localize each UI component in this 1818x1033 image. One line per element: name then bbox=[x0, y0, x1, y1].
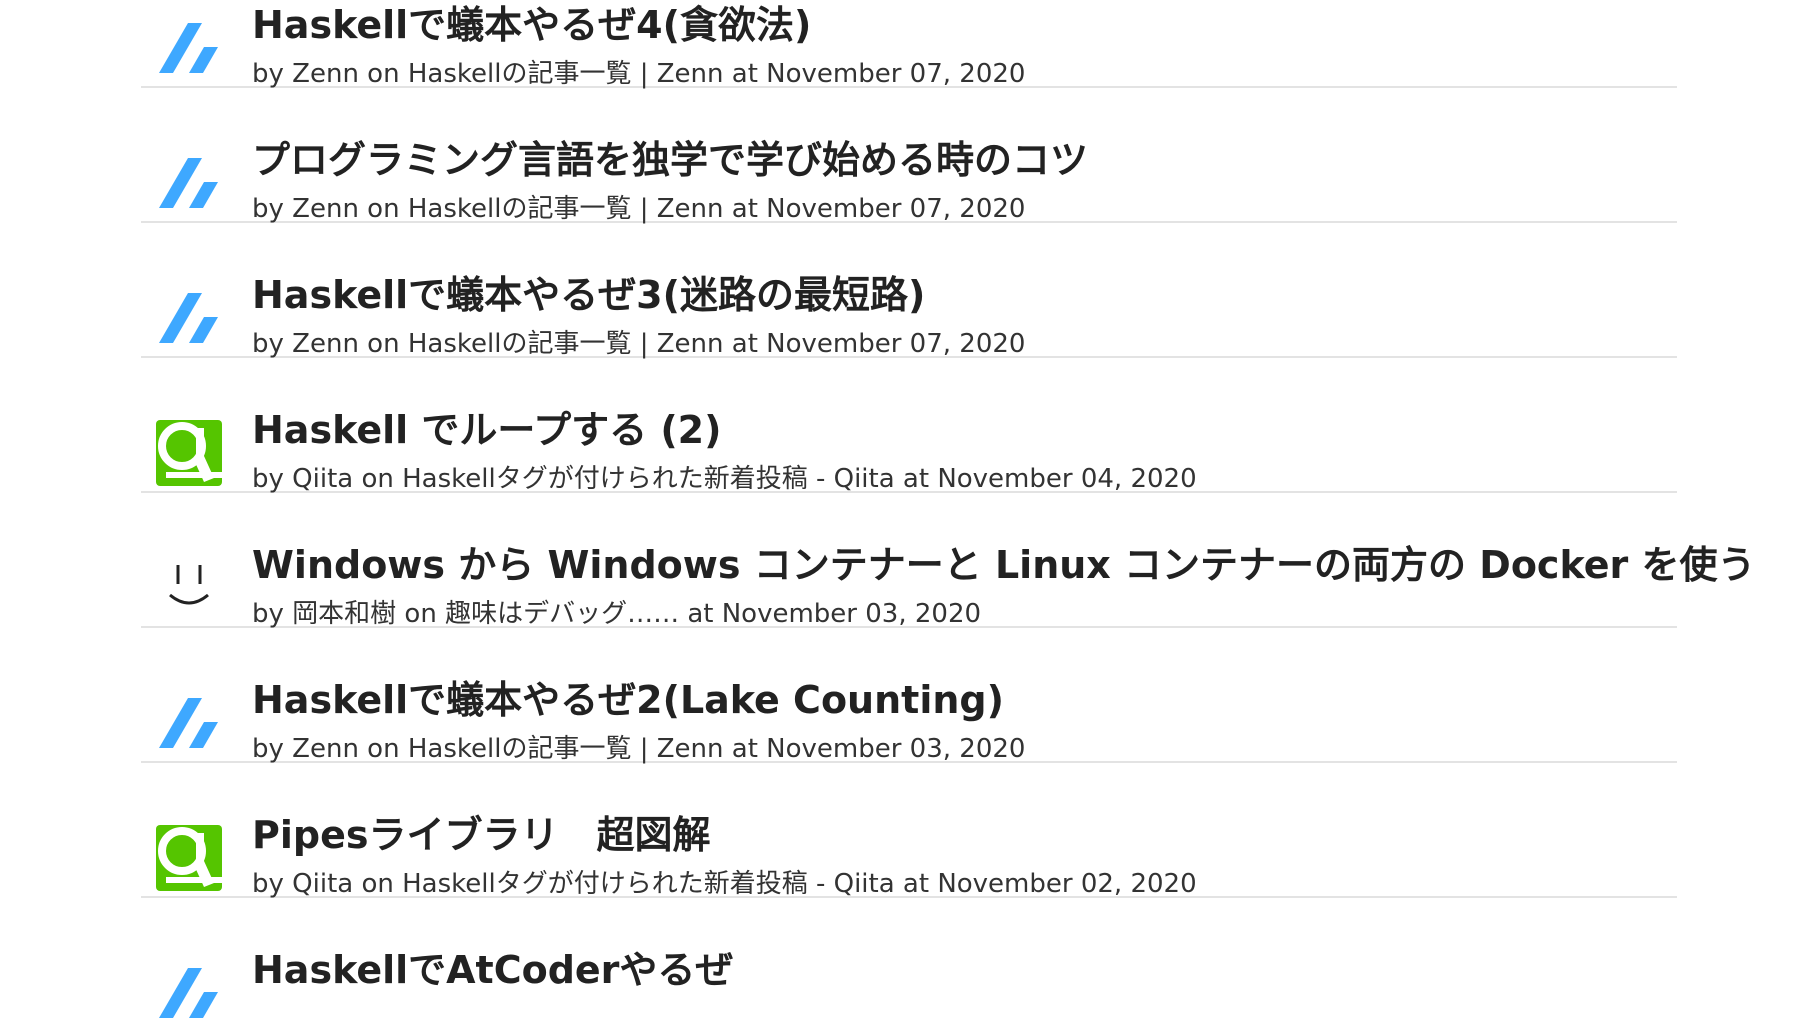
feed-list: Haskellで蟻本やるぜ4(貪欲法) by Zenn on Haskellの記… bbox=[141, 0, 1755, 1033]
qiita-logo-icon bbox=[156, 420, 222, 486]
zenn-logo-icon bbox=[156, 960, 222, 1026]
entry-title-link[interactable]: Haskellで蟻本やるぜ3(迷路の最短路) bbox=[252, 271, 925, 319]
list-item: Haskellで蟻本やるぜ3(迷路の最短路) by Zenn on Haskel… bbox=[141, 223, 1677, 359]
list-item: Pipesライブラリ 超図解 by Qiita on Haskellタグが付けら… bbox=[141, 763, 1677, 899]
entry-title-link[interactable]: HaskellでAtCoderやるぜ bbox=[252, 946, 733, 994]
zenn-logo-icon bbox=[156, 150, 222, 216]
entry-meta: by 岡本和樹 on 趣味はデバッグ…… at November 03, 202… bbox=[252, 599, 982, 629]
zenn-logo-icon bbox=[156, 690, 222, 756]
entry-meta: by Qiita on Haskellタグが付けられた新着投稿 - Qiita … bbox=[252, 464, 1197, 494]
zenn-logo-icon bbox=[156, 15, 222, 81]
list-item: Haskell でループする (2) by Qiita on Haskellタグ… bbox=[141, 358, 1677, 494]
entry-meta: by Zenn on Haskellの記事一覧 | Zenn at Novemb… bbox=[252, 59, 1026, 89]
entry-meta: by Zenn on Haskellの記事一覧 | Zenn at Novemb… bbox=[252, 734, 1026, 764]
entry-title-link[interactable]: プログラミング言語を独学で学び始める時のコツ bbox=[252, 136, 1088, 184]
entry-title-link[interactable]: Windows から Windows コンテナーと Linux コンテナーの両方… bbox=[252, 541, 1755, 589]
list-item: HaskellでAtCoderやるぜ bbox=[141, 898, 1677, 1033]
smiley-avatar-icon bbox=[156, 555, 222, 621]
list-item: Haskellで蟻本やるぜ2(Lake Counting) by Zenn on… bbox=[141, 628, 1677, 764]
list-item: プログラミング言語を独学で学び始める時のコツ by Zenn on Haskel… bbox=[141, 88, 1677, 224]
entry-meta: by Qiita on Haskellタグが付けられた新着投稿 - Qiita … bbox=[252, 869, 1197, 899]
qiita-logo-icon bbox=[156, 825, 222, 891]
zenn-logo-icon bbox=[156, 285, 222, 351]
entry-meta: by Zenn on Haskellの記事一覧 | Zenn at Novemb… bbox=[252, 194, 1026, 224]
entry-title-link[interactable]: Haskellで蟻本やるぜ4(貪欲法) bbox=[252, 1, 811, 49]
entry-meta: by Zenn on Haskellの記事一覧 | Zenn at Novemb… bbox=[252, 329, 1026, 359]
entry-title-link[interactable]: Haskellで蟻本やるぜ2(Lake Counting) bbox=[252, 676, 1004, 724]
list-item: Haskellで蟻本やるぜ4(貪欲法) by Zenn on Haskellの記… bbox=[141, 0, 1677, 89]
entry-title-link[interactable]: Haskell でループする (2) bbox=[252, 406, 722, 454]
list-item: Windows から Windows コンテナーと Linux コンテナーの両方… bbox=[141, 493, 1755, 629]
entry-title-link[interactable]: Pipesライブラリ 超図解 bbox=[252, 811, 710, 859]
